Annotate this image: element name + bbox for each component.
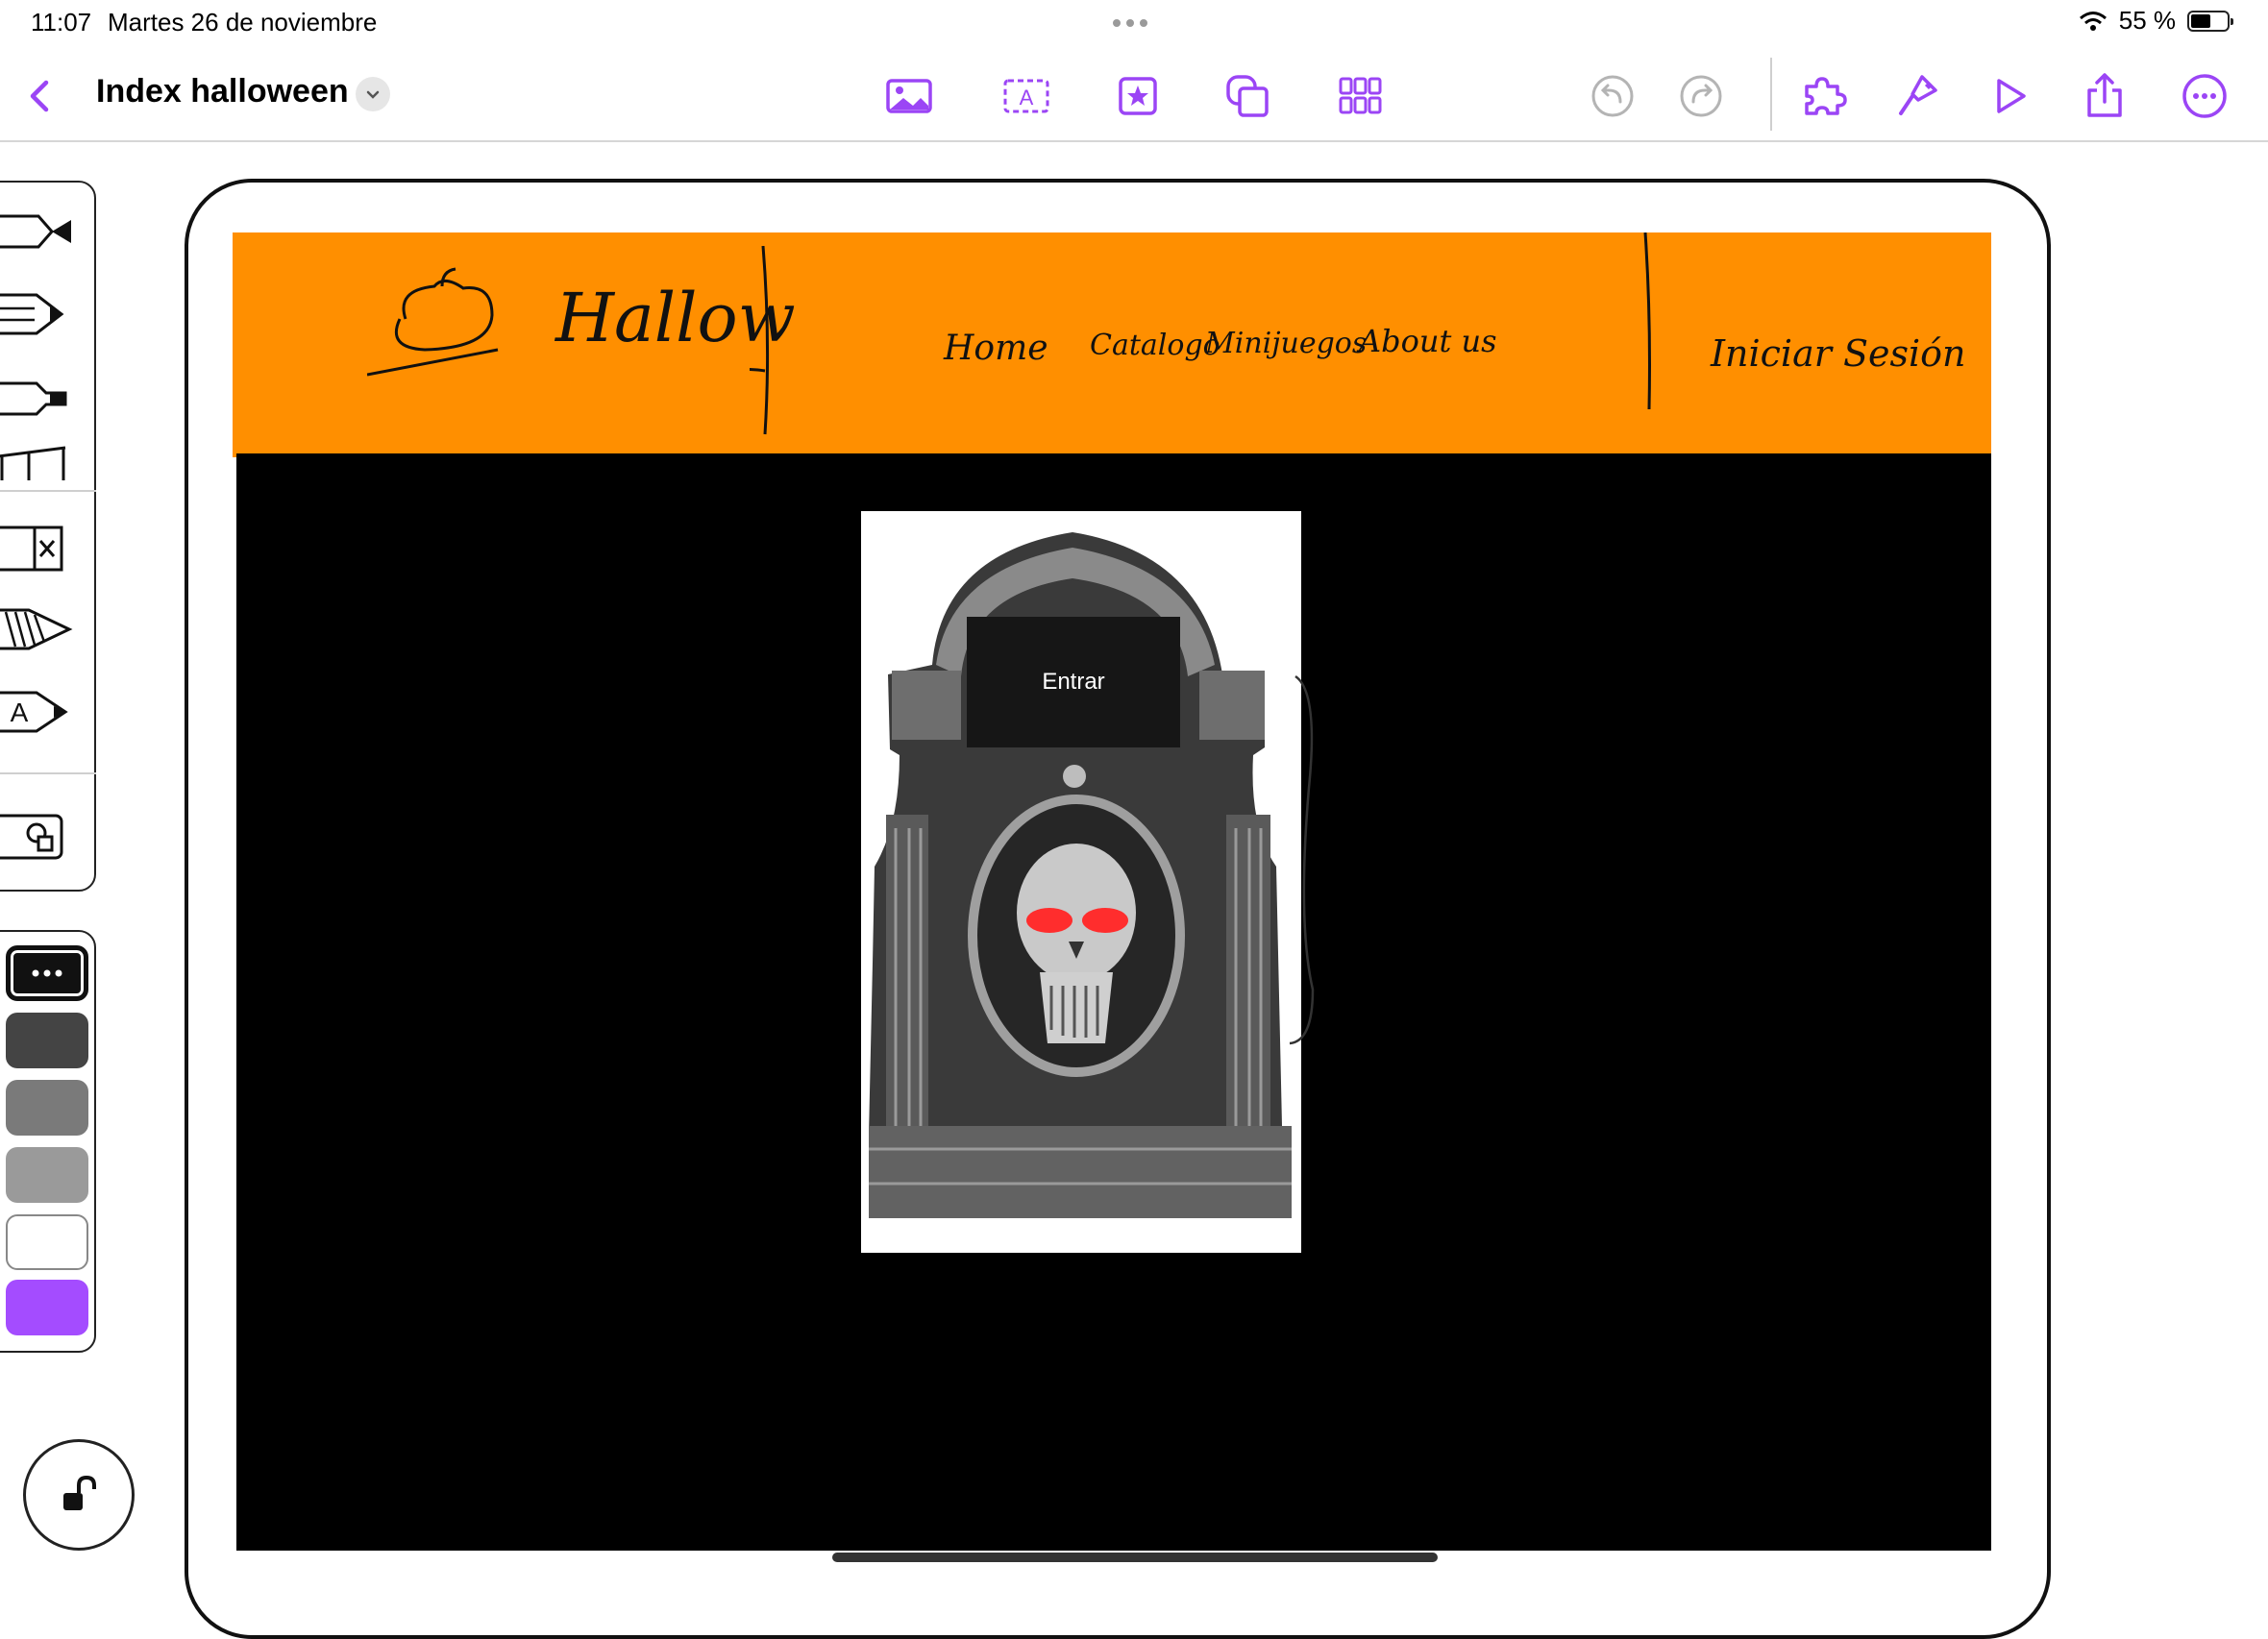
more-dots-icon [32, 969, 62, 977]
unlock-icon [63, 1475, 96, 1510]
shape-tool-icon[interactable] [0, 803, 83, 870]
back-chevron-icon[interactable] [13, 69, 67, 123]
color-swatch-purple[interactable] [6, 1280, 88, 1335]
text-pen-tool-icon[interactable]: A [0, 678, 83, 746]
status-time: 11:07 [31, 8, 92, 37]
redo-icon[interactable] [1674, 69, 1728, 123]
multitasking-dots[interactable] [1113, 19, 1147, 27]
nav-home[interactable]: Home [944, 329, 1048, 368]
image-icon[interactable] [882, 69, 936, 123]
chevron-down-icon[interactable] [356, 77, 390, 111]
battery-icon [2187, 10, 2233, 32]
marker-tool-icon[interactable] [0, 363, 83, 430]
text-box-icon[interactable]: A [999, 69, 1053, 123]
app-toolbar: Index halloween A [0, 50, 2268, 142]
color-swatch-white[interactable] [6, 1214, 88, 1270]
shapes-icon[interactable] [1220, 69, 1274, 123]
site-header[interactable]: Hallow Home Catalogo Minijuegos About us… [233, 232, 1991, 457]
nav-about-us[interactable]: About us [1359, 323, 1497, 359]
unlock-button[interactable] [23, 1439, 135, 1551]
eraser-tool-icon[interactable] [0, 515, 83, 582]
color-swatch-dark-gray[interactable] [6, 1013, 88, 1068]
play-icon[interactable] [1984, 69, 2037, 123]
status-right: 55 % [2079, 6, 2233, 36]
color-swatch-more[interactable] [6, 945, 88, 1001]
drawing-tools-palette: A [0, 181, 96, 892]
svg-text:A: A [1020, 86, 1034, 110]
star-icon[interactable] [1111, 69, 1165, 123]
pencil-tool-icon[interactable] [0, 281, 83, 348]
more-icon[interactable] [2178, 69, 2231, 123]
status-bar: 11:07 Martes 26 de noviembre 55 % [0, 0, 2268, 46]
grid-icon[interactable] [1334, 69, 1388, 123]
logo-underline-stroke [750, 246, 770, 435]
nav-minijuegos[interactable]: Minijuegos [1205, 327, 1367, 360]
color-swatch-gray[interactable] [6, 1080, 88, 1136]
scribble-stroke [1289, 674, 1315, 1045]
battery-percent: 55 % [2118, 6, 2176, 35]
wifi-icon [2079, 11, 2107, 31]
puzzle-icon[interactable] [1797, 69, 1851, 123]
home-indicator[interactable] [832, 1553, 1438, 1562]
color-swatch-light-gray[interactable] [6, 1147, 88, 1203]
document-title[interactable]: Index halloween [96, 73, 349, 110]
paintbrush-icon[interactable] [1891, 69, 1945, 123]
ruler-tool-icon[interactable] [0, 434, 83, 480]
nav-catalogo[interactable]: Catalogo [1090, 329, 1220, 362]
pen-tool-icon[interactable] [0, 200, 83, 267]
undo-icon[interactable] [1586, 69, 1639, 123]
status-date: Martes 26 de noviembre [108, 8, 378, 37]
toolbar-divider [1770, 58, 1772, 131]
enter-button[interactable]: Entrar [967, 617, 1180, 747]
crayon-tool-icon[interactable] [0, 596, 83, 663]
svg-text:A: A [11, 697, 29, 727]
color-palette [0, 930, 96, 1353]
share-icon[interactable] [2078, 69, 2132, 123]
header-divider-stroke [1643, 232, 1651, 410]
login-link[interactable]: Iniciar Sesión [1711, 332, 1966, 375]
